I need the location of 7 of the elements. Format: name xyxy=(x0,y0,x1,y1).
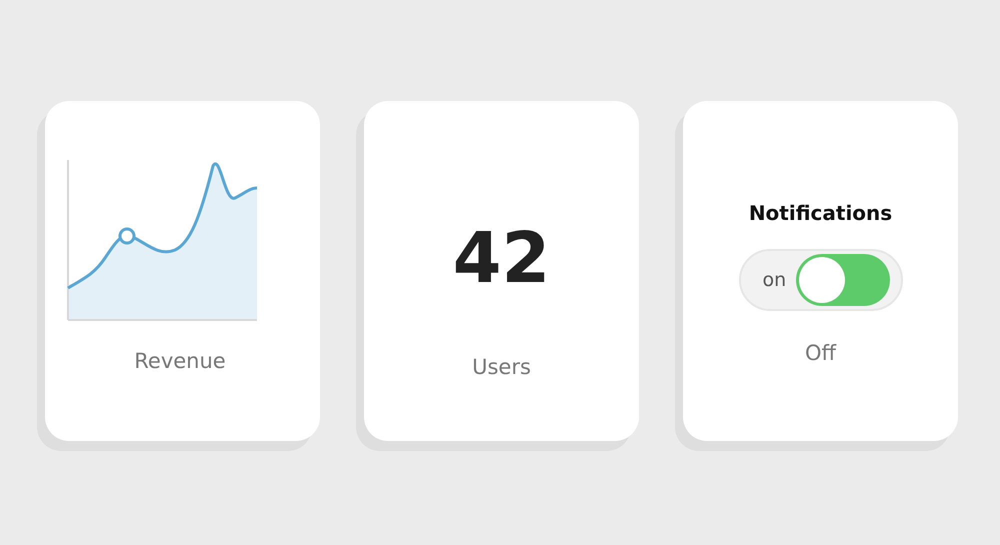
toggle-switch[interactable] xyxy=(796,254,890,306)
stat-value: 42 xyxy=(452,223,550,293)
toggle-label: on xyxy=(762,269,786,291)
card-label: Off xyxy=(805,341,836,365)
card-label: Revenue xyxy=(134,349,226,373)
card-label: Users xyxy=(472,355,531,379)
card-title: Notifications xyxy=(748,201,892,225)
